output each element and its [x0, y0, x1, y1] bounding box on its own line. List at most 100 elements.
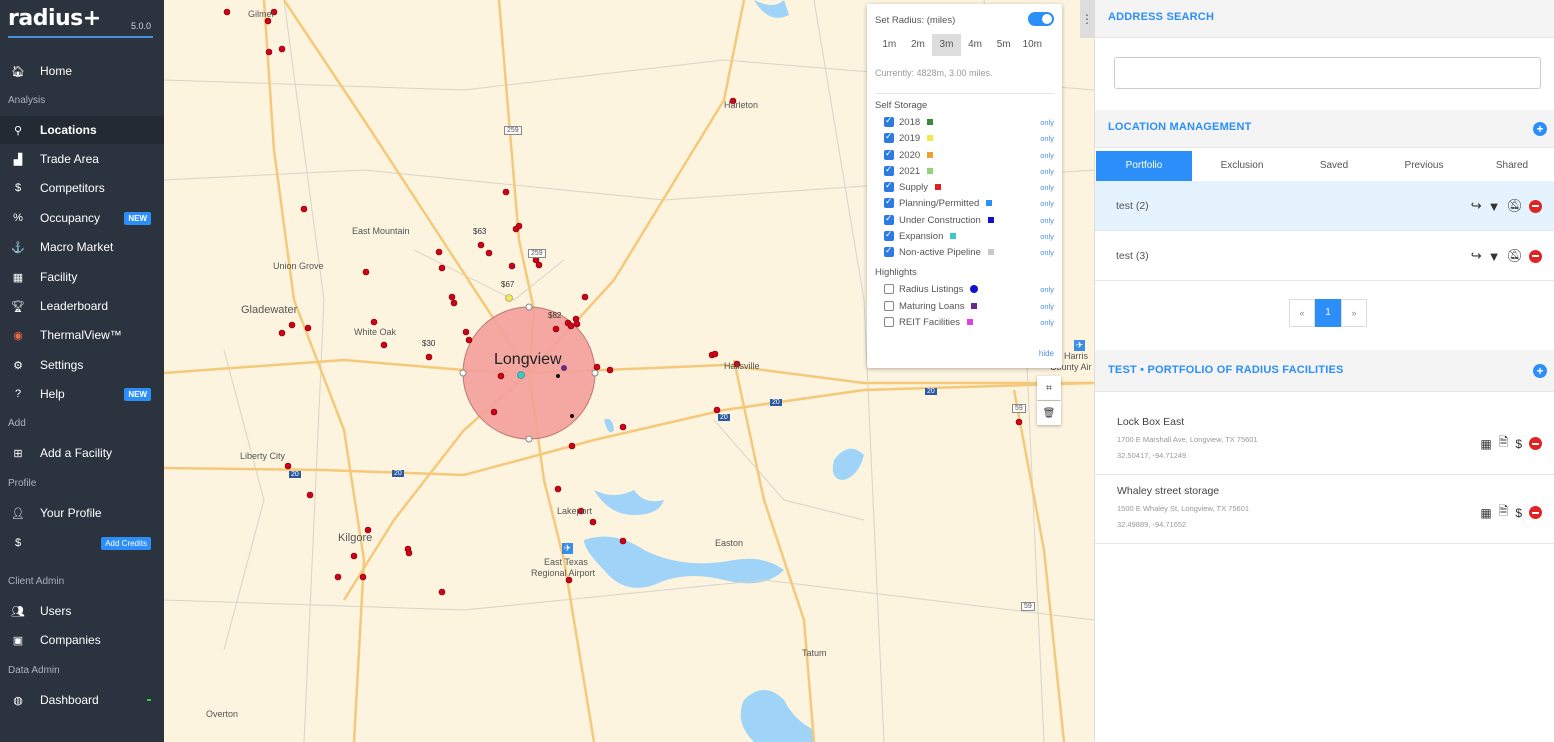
facility-row[interactable]: Lock Box East 1700 E Marshall Ave, Longv… [1095, 406, 1554, 475]
checkbox[interactable] [884, 229, 894, 241]
divider [875, 93, 1054, 94]
portfolio-row[interactable]: test (2) ↪ ▼ 🔕︎ [1095, 181, 1554, 231]
only-link[interactable]: only [1040, 183, 1054, 192]
sidebar-item-thermalview[interactable]: ◉ ThermalView™ [0, 321, 164, 349]
radius-option-2m[interactable]: 2m [904, 34, 933, 56]
tab-exclusion[interactable]: Exclusion [1195, 151, 1289, 181]
portfolio-row[interactable]: test (3) ↪ ▼ 🔕︎ [1095, 231, 1554, 281]
radius-option-5m[interactable]: 5m [989, 34, 1018, 56]
sidebar-item-your-profile[interactable]: 👤︎ Your Profile [0, 499, 164, 527]
color-swatch [970, 285, 979, 293]
sidebar-item-home[interactable]: 🏠︎ Home [0, 57, 164, 85]
sidebar-item-facility[interactable]: ▦ Facility [0, 263, 164, 291]
only-link[interactable]: only [1040, 199, 1054, 208]
pagination-page[interactable]: 1 [1315, 299, 1341, 327]
trash-icon[interactable]: 🗑︎ [1037, 401, 1061, 425]
sidebar-item-credits[interactable]: $ Add Credits [0, 529, 164, 557]
radius-option-10m[interactable]: 10m [1018, 34, 1047, 56]
building-icon[interactable]: ▦ [1480, 506, 1491, 520]
tab-saved[interactable]: Saved [1289, 151, 1379, 181]
sidebar-item-occupancy[interactable]: % Occupancy NEW [0, 204, 164, 232]
legend-row-planning[interactable]: Planning/Permittedonly [884, 196, 1054, 210]
sidebar-item-macro-market[interactable]: ⚓ Macro Market [0, 233, 164, 261]
only-link[interactable]: only [1040, 167, 1054, 176]
checkbox[interactable] [884, 301, 894, 311]
remove-icon[interactable] [1529, 199, 1542, 213]
legend-row-maturing-loans[interactable]: Maturing Loans only [884, 299, 1054, 313]
map-place-label: Harleton [724, 100, 759, 110]
legend-row-2021[interactable]: 2021only [884, 164, 1054, 178]
radius-option-1m[interactable]: 1m [875, 34, 904, 56]
pagination-prev[interactable]: « [1289, 299, 1315, 327]
checkbox[interactable] [884, 148, 894, 160]
checkbox[interactable] [884, 284, 894, 294]
draw-shape-icon[interactable]: ⌗ [1037, 376, 1061, 400]
bell-off-icon[interactable]: 🔕︎ [1506, 248, 1523, 264]
only-link[interactable]: only [1040, 318, 1054, 327]
app-logo[interactable]: radius+ [8, 6, 101, 31]
radius-option-4m[interactable]: 4m [961, 34, 990, 56]
sidebar-item-settings[interactable]: ⚙ Settings [0, 351, 164, 379]
legend-row-2019[interactable]: 2019only [884, 131, 1054, 145]
tab-previous[interactable]: Previous [1379, 151, 1469, 181]
sidebar-item-leaderboard[interactable]: 🏆︎ Leaderboard [0, 292, 164, 320]
filter-icon[interactable]: ▼ [1488, 199, 1501, 214]
checkbox[interactable] [884, 131, 894, 143]
checkbox[interactable] [884, 245, 894, 257]
checkbox[interactable] [884, 164, 894, 176]
sidebar-item-companies[interactable]: ▣ Companies [0, 626, 164, 654]
radius-toggle[interactable] [1028, 12, 1054, 26]
share-icon[interactable]: ↪ [1471, 198, 1482, 214]
tab-portfolio[interactable]: Portfolio [1096, 151, 1192, 181]
sidebar-item-users[interactable]: 👥︎ Users [0, 597, 164, 625]
remove-icon[interactable] [1529, 249, 1542, 263]
tab-shared[interactable]: Shared [1469, 151, 1554, 181]
only-link[interactable]: only [1040, 302, 1054, 311]
add-facility-button[interactable]: + [1533, 364, 1547, 378]
legend-row-supply[interactable]: Supplyonly [884, 180, 1054, 194]
remove-icon[interactable] [1529, 437, 1542, 450]
sidebar-item-help[interactable]: ? Help NEW [0, 380, 164, 408]
address-search-input[interactable] [1114, 57, 1541, 89]
pdf-icon[interactable]: 🗎︎ [1499, 433, 1509, 454]
legend-row-under-construction[interactable]: Under Constructiononly [884, 213, 1054, 227]
sidebar-item-dashboard[interactable]: ◍ Dashboard [0, 686, 164, 714]
only-link[interactable]: only [1040, 151, 1054, 160]
sidebar-item-competitors[interactable]: $ Competitors [0, 174, 164, 202]
only-link[interactable]: only [1040, 134, 1054, 143]
only-link[interactable]: only [1040, 216, 1054, 225]
bell-off-icon[interactable]: 🔕︎ [1506, 198, 1523, 214]
checkbox[interactable] [884, 180, 894, 192]
dollar-icon[interactable]: $ [1515, 506, 1522, 520]
legend-row-radius-listings[interactable]: Radius Listings only [884, 282, 1054, 296]
only-link[interactable]: only [1040, 232, 1054, 241]
checkbox[interactable] [884, 115, 894, 127]
add-credits-button[interactable]: Add Credits [101, 536, 151, 550]
legend-row-2020[interactable]: 2020only [884, 148, 1054, 162]
only-link[interactable]: only [1040, 118, 1054, 127]
remove-icon[interactable] [1529, 506, 1542, 519]
only-link[interactable]: only [1040, 285, 1054, 294]
add-portfolio-button[interactable]: + [1533, 122, 1547, 136]
legend-row-2018[interactable]: 2018only [884, 115, 1054, 129]
checkbox[interactable] [884, 196, 894, 208]
legend-row-non-active[interactable]: Non-active Pipelineonly [884, 245, 1054, 259]
sidebar-item-add-facility[interactable]: ⊞ Add a Facility [0, 439, 164, 467]
dollar-icon[interactable]: $ [1515, 437, 1522, 451]
pagination-next[interactable]: » [1341, 299, 1367, 327]
legend-row-reit[interactable]: REIT Facilities only [884, 315, 1054, 329]
pdf-icon[interactable]: 🗎︎ [1499, 502, 1509, 523]
sidebar-item-locations[interactable]: ⚲ Locations [0, 116, 164, 144]
share-icon[interactable]: ↪ [1471, 248, 1482, 264]
checkbox[interactable] [884, 317, 894, 327]
filter-icon[interactable]: ▼ [1488, 249, 1501, 264]
building-icon[interactable]: ▦ [1480, 437, 1491, 451]
legend-row-expansion[interactable]: Expansiononly [884, 229, 1054, 243]
radius-option-3m[interactable]: 3m [932, 34, 961, 56]
checkbox[interactable] [884, 213, 894, 225]
panel-resize-handle[interactable]: ⋮ [1080, 0, 1094, 38]
facility-row[interactable]: Whaley street storage 1500 E Whaley St, … [1095, 475, 1554, 544]
only-link[interactable]: only [1040, 248, 1054, 257]
sidebar-item-trade-area[interactable]: ▟ Trade Area [0, 145, 164, 173]
hide-link[interactable]: hide [1039, 349, 1054, 358]
